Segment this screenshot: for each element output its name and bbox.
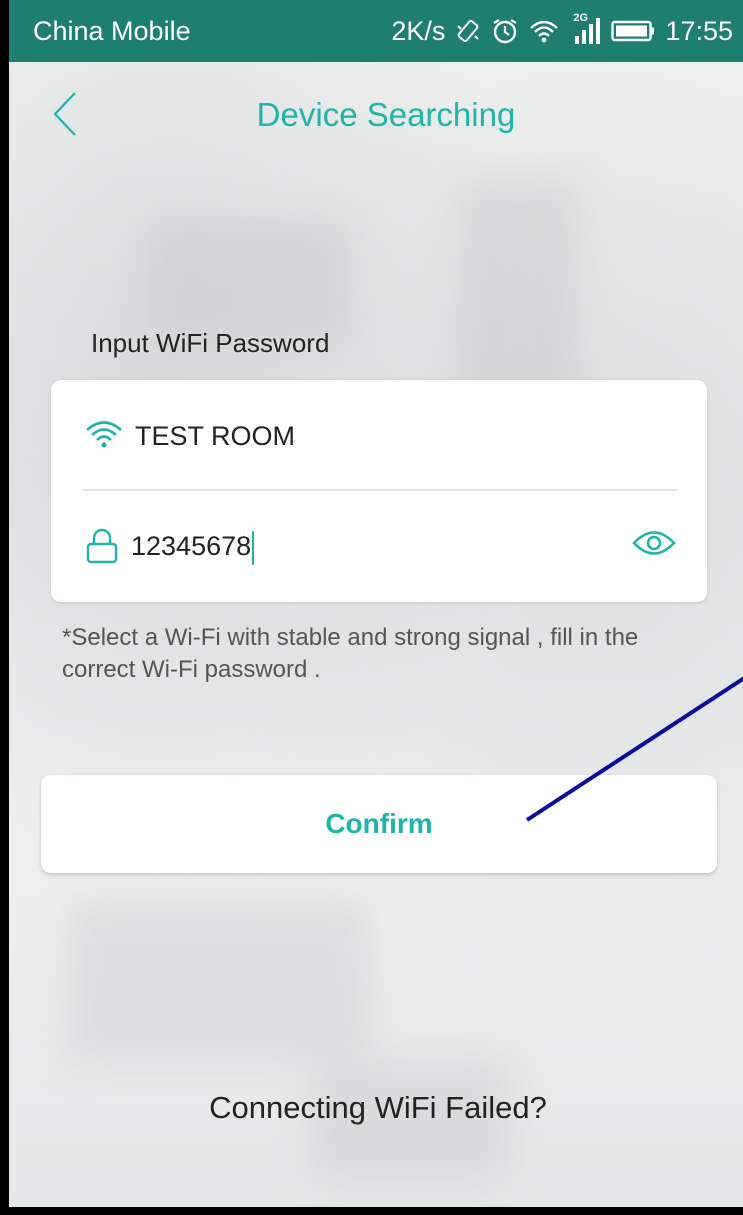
network-speed: 2K/s [391, 15, 446, 46]
nav-bar: Device Searching [9, 62, 743, 172]
carrier-name: China Mobile [33, 15, 191, 46]
page-title: Device Searching [256, 96, 516, 133]
signal-icon: 2G [569, 12, 601, 46]
wifi-credentials-card: TEST ROOM 12345678 [51, 380, 707, 602]
ssid-row[interactable]: TEST ROOM [85, 416, 677, 456]
divider [83, 489, 677, 491]
screen: China Mobile 2K/s 2G 17:55 Device Search… [0, 0, 743, 1215]
ssid-name: TEST ROOM [135, 420, 296, 451]
password-input[interactable]: 12345678 [131, 531, 255, 565]
vibrate-icon [455, 18, 481, 44]
wifi-password-label: Input WiFi Password [91, 328, 330, 358]
lock-icon [85, 527, 119, 570]
clock: 17:55 [665, 15, 733, 46]
status-bar: China Mobile 2K/s 2G 17:55 [9, 0, 743, 62]
wifi-hint-text: *Select a Wi-Fi with stable and strong s… [62, 624, 639, 683]
confirm-button[interactable]: Confirm [41, 775, 717, 873]
eye-icon [631, 531, 677, 564]
password-value: 12345678 [131, 531, 252, 562]
show-password-toggle[interactable] [631, 526, 677, 565]
wifi-icon [529, 18, 559, 44]
password-row: 12345678 [85, 526, 677, 570]
blurred-background [9, 0, 743, 1207]
battery-icon [611, 19, 655, 43]
wifi-icon [85, 418, 123, 455]
text-cursor [252, 531, 255, 565]
connecting-failed-link[interactable]: Connecting WiFi Failed? [9, 1090, 743, 1126]
status-icons: 2K/s 2G 17:55 [391, 12, 733, 47]
alarm-icon [491, 17, 519, 45]
